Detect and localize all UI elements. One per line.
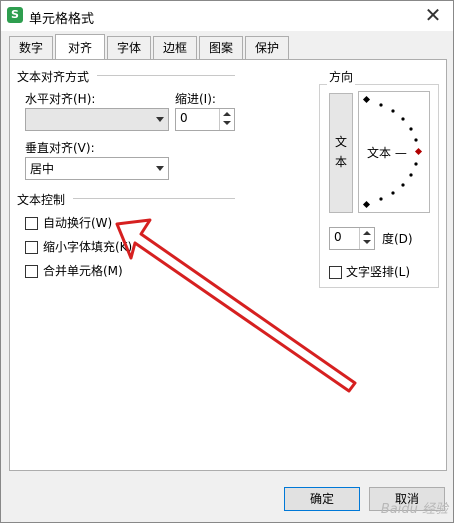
tab-protection[interactable]: 保护 [245, 36, 289, 59]
tab-pattern[interactable]: 图案 [199, 36, 243, 59]
tab-font[interactable]: 字体 [107, 36, 151, 59]
merge-cells-label[interactable]: 合并单元格(M) [43, 262, 123, 279]
vertical-align-value: 居中 [30, 162, 55, 176]
ok-button[interactable]: 确定 [284, 487, 360, 511]
merge-cells-checkbox[interactable] [25, 265, 38, 278]
indent-label: 缩进(I): [175, 92, 216, 106]
dialog-title: 单元格格式 [29, 12, 95, 27]
wrap-text-checkbox[interactable] [25, 217, 38, 230]
shrink-to-fit-label[interactable]: 缩小字体填充(K) [43, 238, 132, 255]
dial-marker-top [362, 95, 371, 104]
vertical-layout-checkbox[interactable] [329, 266, 342, 279]
horizontal-align-label: 水平对齐(H): [25, 92, 96, 106]
tab-border[interactable]: 边框 [153, 36, 197, 59]
spin-buttons[interactable] [359, 228, 374, 249]
degrees-spinner[interactable]: 0 [329, 227, 375, 250]
shrink-to-fit-checkbox[interactable] [25, 241, 38, 254]
vertical-text-label: 文本 [330, 132, 352, 172]
dial-pointer [414, 147, 423, 156]
vertical-layout-label[interactable]: 文字竖排(L) [346, 263, 410, 280]
spin-down-icon[interactable] [223, 121, 231, 125]
spin-buttons[interactable] [219, 109, 234, 130]
vertical-align-select[interactable]: 居中 [25, 157, 169, 180]
close-icon[interactable]: ✕ [421, 3, 445, 27]
chevron-down-icon [156, 117, 164, 122]
degrees-value: 0 [334, 230, 342, 244]
spin-up-icon[interactable] [363, 231, 371, 235]
vertical-text-button[interactable]: 文本 [329, 93, 353, 213]
vertical-text-chars: 文本 [335, 135, 348, 169]
dial-label: 文本 — [367, 146, 407, 160]
format-cells-dialog: S 单元格格式 ✕ 数字 对齐 字体 边框 图案 保护 文本对齐方式 水平对齐(… [0, 0, 454, 523]
spin-up-icon[interactable] [223, 112, 231, 116]
orientation-dial[interactable]: 文本 — [358, 91, 430, 213]
wrap-text-label[interactable]: 自动换行(W) [43, 214, 112, 231]
tab-number[interactable]: 数字 [9, 36, 53, 59]
spin-down-icon[interactable] [363, 240, 371, 244]
app-icon: S [7, 7, 23, 23]
horizontal-align-select[interactable] [25, 108, 169, 131]
indent-spinner[interactable]: 0 [175, 108, 235, 131]
section-title-orientation: 方向 [327, 68, 356, 85]
dial-marker-bottom [362, 200, 371, 209]
watermark: Baidu 经验 [380, 502, 448, 517]
tab-alignment[interactable]: 对齐 [55, 34, 105, 59]
vertical-align-label: 垂直对齐(V): [25, 141, 95, 155]
title-bar: S 单元格格式 ✕ [1, 1, 453, 31]
section-title-text-control: 文本控制 [17, 193, 66, 207]
indent-value: 0 [180, 111, 188, 125]
divider [73, 198, 235, 199]
degrees-label: 度(D) [382, 232, 413, 246]
chevron-down-icon [156, 166, 164, 171]
section-title-text-alignment: 文本对齐方式 [17, 70, 90, 84]
divider [97, 75, 235, 76]
